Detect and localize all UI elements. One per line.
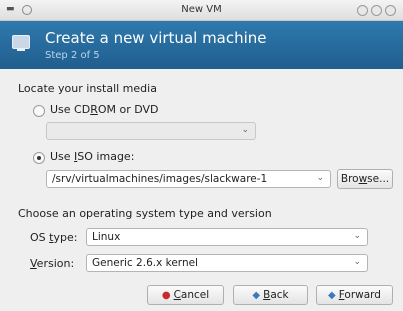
wizard-body: Locate your install media Use CDROM or D…: [0, 70, 403, 311]
browse-button[interactable]: Browse...: [337, 169, 393, 189]
cancel-button[interactable]: ● Cancel: [147, 285, 224, 305]
cancel-icon: ●: [161, 290, 171, 301]
iso-path-input[interactable]: /srv/virtualmachines/images/slackware-1 …: [46, 170, 331, 188]
forward-button[interactable]: ◆ Forward: [316, 285, 393, 305]
chevron-down-icon: ⌄: [353, 231, 361, 241]
back-arrow-icon: ◆: [252, 290, 261, 301]
close-icon[interactable]: [385, 5, 396, 16]
chevron-down-icon[interactable]: ⌄: [316, 173, 324, 183]
wizard-title: Create a new virtual machine: [45, 29, 267, 47]
iso-label[interactable]: Use ISO image:: [50, 150, 134, 163]
iso-radio[interactable]: [33, 152, 45, 164]
cdrom-label[interactable]: Use CDROM or DVD: [50, 103, 159, 116]
window-titlebar[interactable]: ▬ New VM: [0, 0, 403, 21]
chevron-down-icon: ⌄: [353, 257, 361, 267]
wizard-step: Step 2 of 5: [45, 50, 100, 61]
back-button[interactable]: ◆ Back: [233, 285, 308, 305]
os-heading: Choose an operating system type and vers…: [18, 207, 272, 220]
os-version-label: Version:: [30, 257, 75, 270]
virtual-machine-icon: [12, 35, 30, 51]
install-media-heading: Locate your install media: [18, 82, 157, 95]
chevron-down-icon: ⌄: [241, 125, 249, 135]
window-title: New VM: [181, 4, 222, 15]
os-type-label: OS type:: [30, 231, 78, 244]
wizard-header: Create a new virtual machine Step 2 of 5: [0, 21, 403, 69]
os-type-select[interactable]: Linux ⌄: [86, 228, 368, 246]
forward-arrow-icon: ◆: [328, 290, 336, 301]
minimize-icon[interactable]: [357, 5, 368, 16]
cdrom-select[interactable]: ⌄: [46, 122, 256, 140]
cdrom-radio[interactable]: [33, 105, 45, 117]
os-version-select[interactable]: Generic 2.6.x kernel ⌄: [86, 254, 368, 272]
maximize-icon[interactable]: [371, 5, 382, 16]
